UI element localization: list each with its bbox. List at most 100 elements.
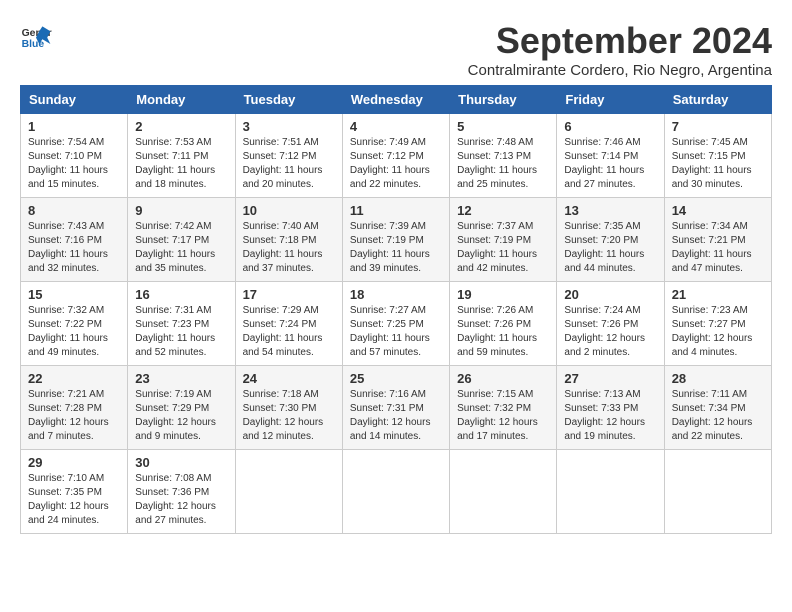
- logo-icon: General Blue: [20, 20, 52, 52]
- day-cell-3: 3 Sunrise: 7:51 AMSunset: 7:12 PMDaylight…: [235, 114, 342, 198]
- day-number: 10: [243, 203, 335, 218]
- day-cell-12: 12 Sunrise: 7:37 AMSunset: 7:19 PMDayligh…: [450, 198, 557, 282]
- day-info: Sunrise: 7:39 AMSunset: 7:19 PMDaylight:…: [350, 220, 442, 276]
- header-tuesday: Tuesday: [235, 86, 342, 114]
- day-info: Sunrise: 7:35 AMSunset: 7:20 PMDaylight:…: [564, 220, 656, 276]
- day-cell-11: 11 Sunrise: 7:39 AMSunset: 7:19 PMDayligh…: [342, 198, 449, 282]
- day-info: Sunrise: 7:19 AMSunset: 7:29 PMDaylight:…: [135, 388, 227, 444]
- day-cell-10: 10Sunrise: 7:40 AMSunset: 7:18 PMDayligh…: [235, 198, 342, 282]
- empty-cell: [342, 450, 449, 534]
- location-subtitle: Contralmirante Cordero, Rio Negro, Argen…: [468, 62, 772, 79]
- day-number: 16: [135, 287, 227, 302]
- day-number: 22: [28, 371, 120, 386]
- day-cell-9: 9 Sunrise: 7:42 AMSunset: 7:17 PMDaylight…: [128, 198, 235, 282]
- header-sunday: Sunday: [21, 86, 128, 114]
- day-cell-15: 15Sunrise: 7:32 AMSunset: 7:22 PMDayligh…: [21, 282, 128, 366]
- day-cell-19: 19Sunrise: 7:26 AMSunset: 7:26 PMDayligh…: [450, 282, 557, 366]
- day-cell-21: 21 Sunrise: 7:23 AMSunset: 7:27 PMDayligh…: [664, 282, 771, 366]
- day-number: 28: [672, 371, 764, 386]
- day-number: 5: [457, 119, 549, 134]
- day-cell-22: 22 Sunrise: 7:21 AMSunset: 7:28 PMDayligh…: [21, 366, 128, 450]
- day-info: Sunrise: 7:37 AMSunset: 7:19 PMDaylight:…: [457, 220, 549, 276]
- header-friday: Friday: [557, 86, 664, 114]
- day-cell-6: 6 Sunrise: 7:46 AMSunset: 7:14 PMDaylight…: [557, 114, 664, 198]
- header-thursday: Thursday: [450, 86, 557, 114]
- header-monday: Monday: [128, 86, 235, 114]
- day-info: Sunrise: 7:29 AMSunset: 7:24 PMDaylight:…: [243, 304, 335, 360]
- day-number: 8: [28, 203, 120, 218]
- day-number: 19: [457, 287, 549, 302]
- day-cell-29: 29 Sunrise: 7:10 AMSunset: 7:35 PMDayligh…: [21, 450, 128, 534]
- day-number: 11: [350, 203, 442, 218]
- day-number: 4: [350, 119, 442, 134]
- day-info: Sunrise: 7:43 AMSunset: 7:16 PMDaylight:…: [28, 220, 120, 276]
- day-number: 20: [564, 287, 656, 302]
- week-row-3: 15Sunrise: 7:32 AMSunset: 7:22 PMDayligh…: [21, 282, 772, 366]
- day-cell-7: 7 Sunrise: 7:45 AMSunset: 7:15 PMDaylight…: [664, 114, 771, 198]
- day-number: 25: [350, 371, 442, 386]
- day-cell-16: 16 Sunrise: 7:31 AMSunset: 7:23 PMDayligh…: [128, 282, 235, 366]
- day-info: Sunrise: 7:51 AMSunset: 7:12 PMDaylight:…: [243, 136, 335, 192]
- day-info: Sunrise: 7:45 AMSunset: 7:15 PMDaylight:…: [672, 136, 764, 192]
- day-cell-27: 27 Sunrise: 7:13 AMSunset: 7:33 PMDayligh…: [557, 366, 664, 450]
- month-title: September 2024: [468, 20, 772, 62]
- day-number: 24: [243, 371, 335, 386]
- day-cell-30: 30Sunrise: 7:08 AMSunset: 7:36 PMDayligh…: [128, 450, 235, 534]
- day-number: 7: [672, 119, 764, 134]
- day-cell-26: 26Sunrise: 7:15 AMSunset: 7:32 PMDayligh…: [450, 366, 557, 450]
- week-row-4: 22 Sunrise: 7:21 AMSunset: 7:28 PMDayligh…: [21, 366, 772, 450]
- day-info: Sunrise: 7:10 AMSunset: 7:35 PMDaylight:…: [28, 472, 120, 528]
- day-number: 12: [457, 203, 549, 218]
- week-row-1: 1Sunrise: 7:54 AMSunset: 7:10 PMDaylight…: [21, 114, 772, 198]
- day-info: Sunrise: 7:23 AMSunset: 7:27 PMDaylight:…: [672, 304, 764, 360]
- day-info: Sunrise: 7:53 AMSunset: 7:11 PMDaylight:…: [135, 136, 227, 192]
- day-info: Sunrise: 7:21 AMSunset: 7:28 PMDaylight:…: [28, 388, 120, 444]
- header-saturday: Saturday: [664, 86, 771, 114]
- day-cell-14: 14 Sunrise: 7:34 AMSunset: 7:21 PMDayligh…: [664, 198, 771, 282]
- day-info: Sunrise: 7:34 AMSunset: 7:21 PMDaylight:…: [672, 220, 764, 276]
- day-number: 26: [457, 371, 549, 386]
- day-number: 23: [135, 371, 227, 386]
- day-cell-1: 1Sunrise: 7:54 AMSunset: 7:10 PMDaylight…: [21, 114, 128, 198]
- day-info: Sunrise: 7:11 AMSunset: 7:34 PMDaylight:…: [672, 388, 764, 444]
- day-cell-17: 17Sunrise: 7:29 AMSunset: 7:24 PMDayligh…: [235, 282, 342, 366]
- day-cell-5: 5 Sunrise: 7:48 AMSunset: 7:13 PMDaylight…: [450, 114, 557, 198]
- day-info: Sunrise: 7:31 AMSunset: 7:23 PMDaylight:…: [135, 304, 227, 360]
- day-cell-4: 4Sunrise: 7:49 AMSunset: 7:12 PMDaylight…: [342, 114, 449, 198]
- day-info: Sunrise: 7:46 AMSunset: 7:14 PMDaylight:…: [564, 136, 656, 192]
- day-number: 9: [135, 203, 227, 218]
- day-cell-8: 8 Sunrise: 7:43 AMSunset: 7:16 PMDaylight…: [21, 198, 128, 282]
- empty-cell: [235, 450, 342, 534]
- page-header: General Blue September 2024 Contralmiran…: [20, 20, 772, 79]
- weekday-header-row: Sunday Monday Tuesday Wednesday Thursday…: [21, 86, 772, 114]
- day-info: Sunrise: 7:54 AMSunset: 7:10 PMDaylight:…: [28, 136, 120, 192]
- day-cell-2: 2 Sunrise: 7:53 AMSunset: 7:11 PMDaylight…: [128, 114, 235, 198]
- day-number: 6: [564, 119, 656, 134]
- day-cell-28: 28 Sunrise: 7:11 AMSunset: 7:34 PMDayligh…: [664, 366, 771, 450]
- day-number: 27: [564, 371, 656, 386]
- day-number: 2: [135, 119, 227, 134]
- day-cell-13: 13Sunrise: 7:35 AMSunset: 7:20 PMDayligh…: [557, 198, 664, 282]
- day-info: Sunrise: 7:24 AMSunset: 7:26 PMDaylight:…: [564, 304, 656, 360]
- day-cell-25: 25 Sunrise: 7:16 AMSunset: 7:31 PMDayligh…: [342, 366, 449, 450]
- day-number: 3: [243, 119, 335, 134]
- day-info: Sunrise: 7:16 AMSunset: 7:31 PMDaylight:…: [350, 388, 442, 444]
- day-number: 14: [672, 203, 764, 218]
- day-cell-23: 23 Sunrise: 7:19 AMSunset: 7:29 PMDayligh…: [128, 366, 235, 450]
- calendar-table: Sunday Monday Tuesday Wednesday Thursday…: [20, 85, 772, 534]
- week-row-5: 29 Sunrise: 7:10 AMSunset: 7:35 PMDayligh…: [21, 450, 772, 534]
- week-row-2: 8 Sunrise: 7:43 AMSunset: 7:16 PMDaylight…: [21, 198, 772, 282]
- empty-cell: [557, 450, 664, 534]
- day-info: Sunrise: 7:42 AMSunset: 7:17 PMDaylight:…: [135, 220, 227, 276]
- day-number: 18: [350, 287, 442, 302]
- day-info: Sunrise: 7:32 AMSunset: 7:22 PMDaylight:…: [28, 304, 120, 360]
- empty-cell: [664, 450, 771, 534]
- day-number: 29: [28, 455, 120, 470]
- day-info: Sunrise: 7:08 AMSunset: 7:36 PMDaylight:…: [135, 472, 227, 528]
- day-info: Sunrise: 7:13 AMSunset: 7:33 PMDaylight:…: [564, 388, 656, 444]
- day-info: Sunrise: 7:48 AMSunset: 7:13 PMDaylight:…: [457, 136, 549, 192]
- day-number: 21: [672, 287, 764, 302]
- header-wednesday: Wednesday: [342, 86, 449, 114]
- day-cell-20: 20 Sunrise: 7:24 AMSunset: 7:26 PMDayligh…: [557, 282, 664, 366]
- day-info: Sunrise: 7:18 AMSunset: 7:30 PMDaylight:…: [243, 388, 335, 444]
